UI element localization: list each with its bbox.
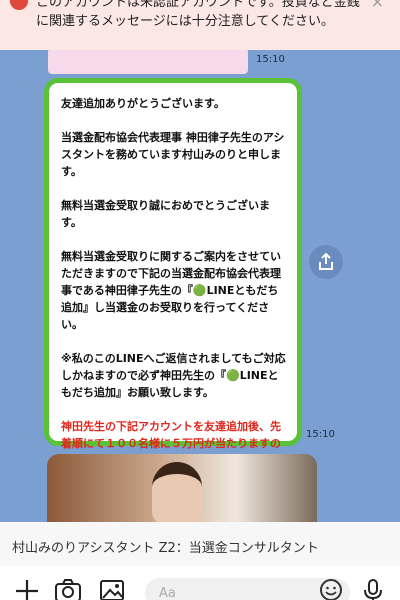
person-photo — [152, 462, 202, 522]
chat-area[interactable]: 15:10 友達追加ありがとうございます。 当選金配布協会代表理事 神田律子先生… — [0, 50, 400, 522]
plus-icon[interactable] — [14, 578, 40, 600]
warning-icon — [10, 0, 28, 10]
share-icon — [319, 253, 333, 270]
chat-name-bar: 村山みのりアシスタント Z2：当選金コンサルタント — [0, 522, 400, 566]
message-paragraph: 友達追加ありがとうございます。 — [61, 97, 225, 110]
message-paragraph: 当選金配布協会代表理事 神田律子先生のアシスタントを務めています村山みのりと申し… — [61, 131, 285, 178]
photo-message[interactable] — [47, 454, 317, 522]
warning-text: このアカウントは未認証アカウントです。投資など金銭に関連するメッセージには十分注… — [36, 0, 360, 29]
microphone-icon[interactable] — [363, 578, 383, 600]
close-icon[interactable]: × — [371, 0, 384, 12]
share-button[interactable] — [309, 245, 343, 279]
emoji-icon[interactable] — [319, 578, 343, 600]
message-paragraph: ※私のこのLINEへご返信されましてもご対応しかねますので必ず神田先生の『🟢LI… — [61, 352, 286, 399]
message-time: 15:10 — [306, 429, 335, 440]
message-paragraph: 無料当選金受取りに関するご案内をさせていただきますので下記の当選金配布協会代表理… — [61, 250, 281, 331]
image-message[interactable] — [48, 50, 248, 74]
message-time: 15:10 — [256, 54, 285, 65]
chat-name: 村山みのりアシスタント Z2：当選金コンサルタント — [12, 541, 319, 556]
unverified-account-warning: このアカウントは未認証アカウントです。投資など金銭に関連するメッセージには十分注… — [0, 0, 400, 50]
camera-icon[interactable] — [54, 578, 82, 600]
image-icon[interactable] — [99, 578, 125, 600]
message-paragraph: 無料当選金受取り誠におめでとうございます。 — [61, 199, 270, 229]
message-input-bar — [0, 566, 400, 600]
message-bubble[interactable]: 友達追加ありがとうございます。 当選金配布協会代表理事 神田律子先生のアシスタン… — [44, 78, 302, 467]
